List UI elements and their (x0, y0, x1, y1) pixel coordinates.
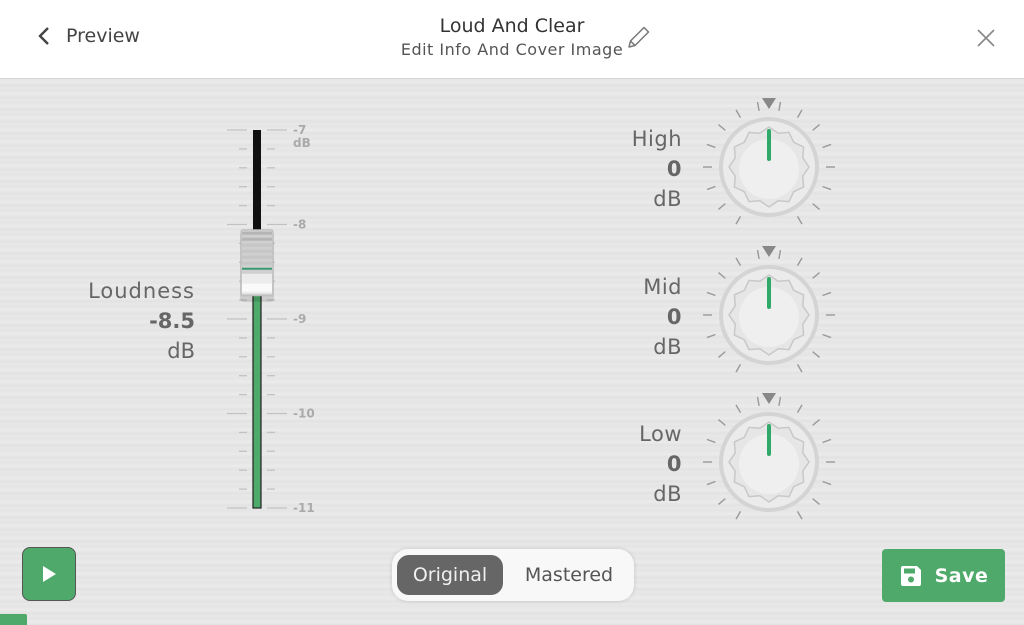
loudness-unit: dB (167, 339, 195, 363)
knob-scale-tick (812, 272, 821, 279)
fader-handle-grip (242, 261, 272, 265)
knob-scale-tick (796, 364, 803, 373)
knob-scale-tick (706, 291, 716, 297)
eq-unit: dB (653, 482, 682, 506)
edit-info-link[interactable]: Edit Info And Cover Image (401, 38, 623, 62)
fader-scale-label: -8 (293, 218, 306, 232)
knob-scale-tick (717, 419, 726, 426)
fader-handle-grip (242, 237, 272, 241)
pencil-icon[interactable] (624, 24, 652, 52)
eq-name: Low (639, 422, 682, 446)
knob-scale-tick (822, 291, 832, 297)
fader-handle-grip (242, 255, 272, 259)
knob-scale-tick (796, 216, 803, 225)
fader-level-fill (252, 271, 262, 509)
knob-scale-tick (812, 498, 821, 505)
knob-scale-tick (706, 185, 716, 191)
fader-handle-grip (242, 243, 272, 247)
knob-center-marker-icon (762, 98, 776, 109)
knob-scale-tick (796, 511, 803, 520)
eq-unit: dB (653, 187, 682, 211)
knob-scale-tick (756, 101, 760, 111)
knob-scale-tick (796, 257, 803, 266)
knob-scale-tick (717, 498, 726, 505)
toggle-mastered[interactable]: Mastered (510, 555, 628, 595)
eq-value: 0 (666, 157, 682, 181)
knob-center-marker-icon (762, 393, 776, 404)
knob-scale-tick (822, 480, 832, 486)
knob-scale-tick (706, 438, 716, 444)
save-label: Save (934, 564, 989, 587)
knob-scale-tick (822, 185, 832, 191)
fader-handle[interactable] (240, 229, 274, 302)
knob-scale-tick (796, 109, 803, 118)
play-button[interactable] (22, 547, 76, 601)
knob-scale-tick (796, 404, 803, 413)
fader-scale-label: -11 (293, 501, 315, 515)
header-bar: Preview Loud And Clear Edit Info And Cov… (0, 0, 1024, 79)
eq-high-readout: High 0 dB (602, 124, 682, 214)
eq-unit: dB (653, 335, 682, 359)
knob-scale-tick (706, 480, 716, 486)
eq-mid-readout: Mid 0 dB (602, 272, 682, 362)
playback-progress-bar[interactable] (0, 614, 27, 625)
fader-scale-label: -10 (293, 407, 315, 421)
knob-scale-tick (717, 272, 726, 279)
eq-name: High (631, 127, 682, 151)
loudness-readout: Loudness -8.5 dB (88, 276, 195, 366)
eq-value: 0 (666, 305, 682, 329)
knob-scale-tick (756, 396, 760, 406)
knob-scale-tick (778, 249, 782, 259)
save-button[interactable]: Save (882, 549, 1005, 602)
knob-scale-tick (756, 249, 760, 259)
fader-scale-label: -9 (293, 312, 306, 326)
knob-scale-tick (822, 333, 832, 339)
knob-scale-tick (812, 351, 821, 358)
eq-name: Mid (643, 275, 682, 299)
knob-scale-tick (778, 396, 782, 406)
knob-scale-tick (717, 203, 726, 210)
loudness-label: Loudness (88, 279, 195, 303)
knob-scale-tick (706, 143, 716, 149)
knob-scale-tick (735, 364, 742, 373)
eq-high-knob[interactable] (694, 92, 844, 232)
fader-handle-highlight (242, 283, 272, 292)
page-title: Loud And Clear (439, 15, 585, 37)
knob-scale-tick (812, 203, 821, 210)
fader-scale-label: -7 (293, 123, 306, 137)
knob-scale-tick (822, 438, 832, 444)
knob-scale-tick (822, 143, 832, 149)
eq-value: 0 (666, 452, 682, 476)
loudness-value: -8.5 (149, 309, 195, 333)
fader-handle-grip (242, 231, 272, 235)
knob-scale-tick (735, 511, 742, 520)
knob-scale-tick (735, 404, 742, 413)
knob-scale-tick (717, 351, 726, 358)
knob-scale-tick (812, 124, 821, 131)
fader-handle-grip (242, 249, 272, 253)
loudness-fader[interactable]: -7dB -8 -9 -10 -11 (215, 118, 335, 518)
knob-scale-tick (735, 216, 742, 225)
knob-scale-tick (735, 109, 742, 118)
close-icon[interactable] (974, 26, 998, 50)
original-mastered-toggle: Original Mastered (392, 549, 634, 601)
floppy-disk-icon (900, 565, 921, 586)
knob-scale-tick (735, 257, 742, 266)
eq-mid-knob[interactable] (694, 240, 844, 380)
knob-scale-tick (778, 101, 782, 111)
fader-scale-unit: dB (293, 136, 311, 150)
knob-scale-tick (812, 419, 821, 426)
toggle-original[interactable]: Original (397, 555, 503, 595)
eq-low-knob[interactable] (694, 387, 844, 527)
eq-low-readout: Low 0 dB (602, 419, 682, 509)
knob-scale-tick (706, 333, 716, 339)
knob-center-marker-icon (762, 246, 776, 257)
knob-scale-tick (717, 124, 726, 131)
title-block: Loud And Clear Edit Info And Cover Image (0, 14, 1024, 62)
play-icon (43, 566, 56, 582)
fader-handle-indicator (242, 267, 272, 270)
